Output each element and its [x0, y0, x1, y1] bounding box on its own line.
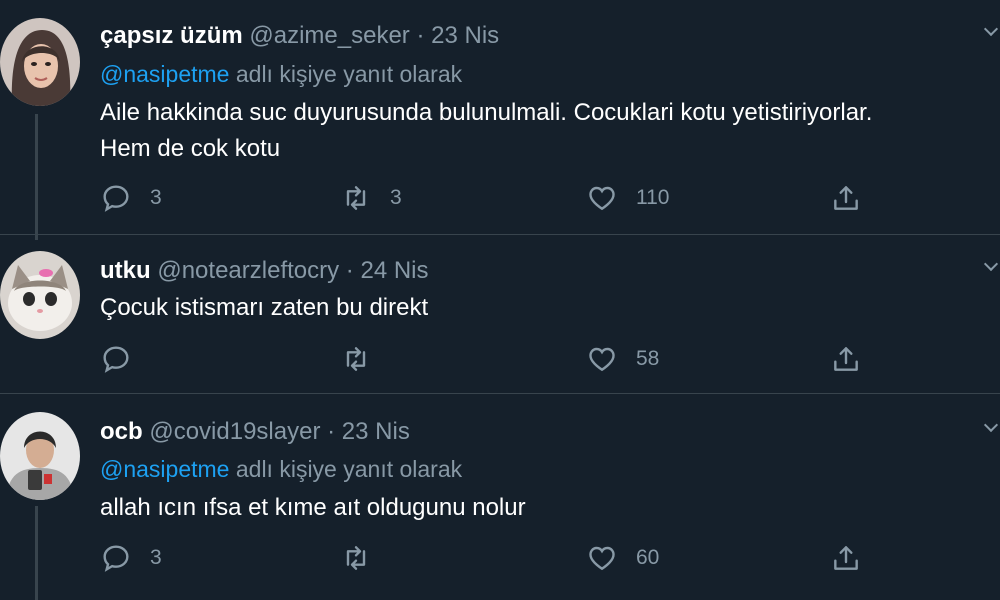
like-count: 58 [636, 347, 660, 370]
user-avatar-woman-icon [0, 18, 80, 106]
share-button[interactable] [830, 339, 862, 379]
handle[interactable]: @notearzleftocry [157, 257, 339, 284]
thread-line [35, 114, 38, 240]
user-avatar-man-icon [0, 412, 80, 500]
share-icon [834, 186, 858, 210]
heart-icon [589, 186, 615, 211]
handle[interactable]: @azime_seker [249, 22, 409, 49]
reply-icon [103, 545, 129, 572]
reply-button[interactable]: 3 [100, 178, 162, 218]
thread-line [35, 506, 38, 600]
share-icon [834, 347, 858, 371]
reply-to-line: @nasipetme adlı kişiye yanıt olarak [100, 456, 462, 483]
like-button[interactable]: 60 [586, 538, 659, 578]
share-button[interactable] [830, 538, 862, 578]
tweet-actions: 3 3 110 [100, 178, 880, 218]
tweet-text-line: Çocuk istismarı zaten bu direkt [100, 294, 429, 321]
separator: · [416, 22, 425, 49]
retweet-icon [346, 546, 366, 570]
avatar[interactable] [0, 412, 80, 500]
avatar[interactable] [0, 18, 80, 106]
tweet-date[interactable]: 23 Nis [342, 418, 410, 445]
tweet-text-line: Hem de cok kotu [100, 135, 281, 162]
more-options-icon[interactable] [983, 21, 999, 37]
tweet-actions: 58 [100, 339, 880, 379]
reply-icon [103, 185, 129, 212]
tweet-text: Aile hakkinda suc duyurusunda bulunulmal… [100, 95, 990, 167]
share-button[interactable] [830, 178, 862, 218]
reply-count: 3 [150, 186, 162, 209]
reply-count: 3 [150, 546, 162, 569]
user-avatar-kitten-icon [0, 251, 80, 339]
retweet-icon [346, 347, 366, 371]
like-count: 60 [636, 546, 660, 569]
tweet-date[interactable]: 23 Nis [431, 22, 499, 49]
tweet-item[interactable]: ocb @covid19slayer · 23 Nis @nasipetme a… [0, 394, 1000, 600]
tweet-actions: 3 60 [100, 538, 880, 578]
like-count: 110 [636, 186, 670, 209]
tweet-date[interactable]: 24 Nis [360, 257, 428, 284]
more-options-icon[interactable] [983, 256, 999, 272]
retweet-count: 3 [390, 186, 402, 209]
tweet-text: allah ıcın ıfsa et kıme aıt oldugunu nol… [100, 490, 990, 526]
separator: · [327, 418, 336, 445]
more-options-icon[interactable] [983, 417, 999, 433]
retweet-button[interactable] [340, 538, 390, 578]
tweet-header: çapsız üzüm @azime_seker · 23 Nis [100, 22, 499, 50]
like-button[interactable]: 110 [586, 178, 669, 218]
display-name[interactable]: ocb [100, 418, 143, 445]
retweet-icon [346, 186, 366, 210]
avatar[interactable] [0, 251, 80, 339]
share-icon [834, 546, 858, 570]
separator: · [345, 257, 354, 284]
tweet-item[interactable]: utku @notearzleftocry · 24 Nis Çocuk ist… [0, 235, 1000, 392]
reply-mention-link[interactable]: @nasipetme [100, 61, 229, 87]
tweet-text: Çocuk istismarı zaten bu direkt [100, 290, 990, 326]
heart-icon [589, 546, 615, 571]
reply-button[interactable]: 3 [100, 538, 162, 578]
heart-icon [589, 347, 615, 372]
display-name[interactable]: utku [100, 257, 151, 284]
reply-mention-link[interactable]: @nasipetme [100, 456, 229, 482]
tweet-header: utku @notearzleftocry · 24 Nis [100, 257, 429, 285]
reply-button[interactable] [100, 339, 150, 379]
like-button[interactable]: 58 [586, 339, 659, 379]
reply-icon [103, 346, 129, 373]
tweet-item[interactable]: çapsız üzüm @azime_seker · 23 Nis @nasip… [0, 0, 1000, 240]
reply-to-suffix: adlı kişiye yanıt olarak [229, 456, 463, 482]
tweet-text-line: Aile hakkinda suc duyurusunda bulunulmal… [100, 99, 873, 126]
reply-to-line: @nasipetme adlı kişiye yanıt olarak [100, 61, 462, 88]
tweet-header: ocb @covid19slayer · 23 Nis [100, 418, 410, 446]
retweet-button[interactable]: 3 [340, 178, 402, 218]
handle[interactable]: @covid19slayer [149, 418, 320, 445]
retweet-button[interactable] [340, 339, 390, 379]
tweet-text-line: allah ıcın ıfsa et kıme aıt oldugunu nol… [100, 494, 526, 521]
display-name[interactable]: çapsız üzüm [100, 22, 243, 49]
reply-to-suffix: adlı kişiye yanıt olarak [229, 61, 463, 87]
